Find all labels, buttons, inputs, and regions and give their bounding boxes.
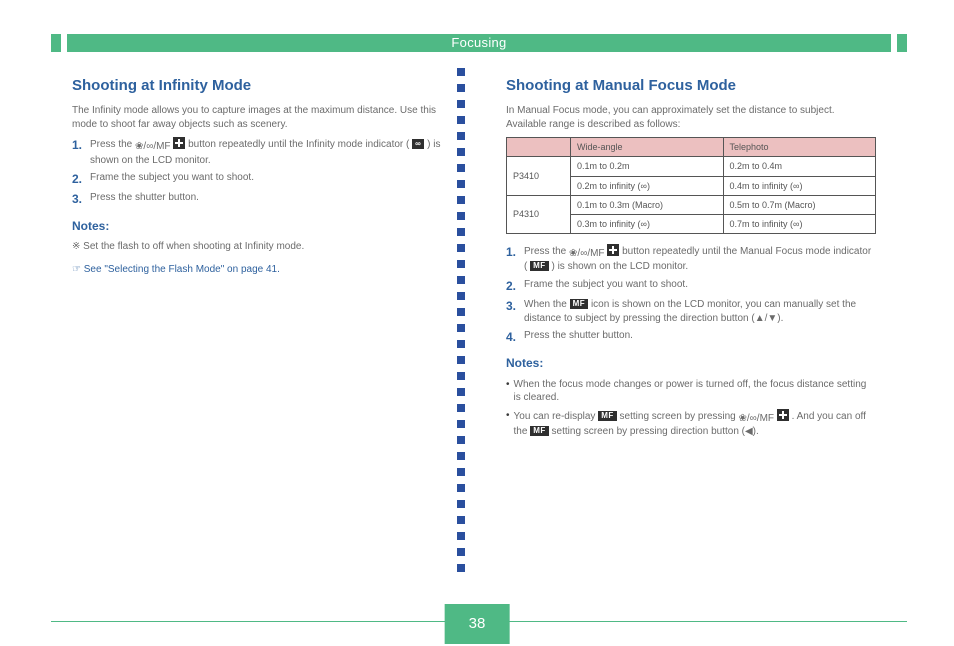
infinity-icon: ∞ (412, 139, 424, 149)
step-number: 3. (72, 191, 90, 207)
step-text-pre: Press the (90, 139, 135, 150)
banner-title: Focusing (67, 34, 891, 52)
step-text-pre: When the (524, 299, 570, 310)
mf-icon: MF (530, 261, 549, 271)
row-label: P3410 (507, 157, 571, 195)
mf-step-2: 2. Frame the subject you want to shoot. (506, 278, 876, 294)
page-number-tab: 38 (445, 604, 510, 644)
mf-icon: MF (598, 411, 617, 421)
step-text-mid: button repeatedly until the Infinity mod… (188, 139, 409, 150)
step-body: Frame the subject you want to shoot. (524, 278, 876, 294)
note-text: You can re-display MF setting screen by … (514, 409, 876, 439)
step-text-pre: Press the (524, 246, 569, 257)
banner-cap-right (897, 34, 907, 52)
notes-heading: Notes: (506, 355, 876, 371)
mf-note-1: When the focus mode changes or power is … (506, 378, 876, 405)
step-number: 4. (506, 329, 524, 345)
cell: 0.7m to infinity (∞) (723, 214, 876, 233)
fourway-icon (173, 137, 185, 149)
cell: 0.1m to 0.2m (571, 157, 724, 176)
note-text-pre: You can re-display (514, 411, 599, 422)
step-body: Frame the subject you want to shoot. (90, 171, 442, 187)
step-body: Press the shutter button. (524, 329, 876, 345)
step-number: 1. (72, 137, 90, 167)
mf-step-4: 4. Press the shutter button. (506, 329, 876, 345)
note-text-mid: setting screen by pressing (620, 411, 739, 422)
note-text-last: setting screen by pressing direction but… (552, 426, 759, 437)
table-header-blank (507, 138, 571, 157)
mf-step-3: 3. When the MF icon is shown on the LCD … (506, 298, 876, 325)
step-text-end: ) is shown on the LCD monitor. (551, 261, 688, 272)
step-body: Press the shutter button. (90, 191, 442, 207)
cell: 0.2m to infinity (∞) (571, 176, 724, 195)
note-text: When the focus mode changes or power is … (514, 378, 876, 405)
heading-infinity-mode: Shooting at Infinity Mode (72, 76, 442, 96)
manual-focus-intro: In Manual Focus mode, you can approximat… (506, 104, 876, 131)
notes-heading: Notes: (72, 218, 442, 234)
heading-manual-focus: Shooting at Manual Focus Mode (506, 76, 876, 96)
focus-range-table: Wide-angle Telephoto P3410 0.1m to 0.2m … (506, 137, 876, 234)
fourway-icon (607, 244, 619, 256)
table-header-wide: Wide-angle (571, 138, 724, 157)
infinity-step-2: 2. Frame the subject you want to shoot. (72, 171, 442, 187)
table-row: P3410 0.1m to 0.2m 0.2m to 0.4m (507, 157, 876, 176)
see-also-flash: See "Selecting the Flash Mode" on page 4… (72, 263, 442, 277)
infinity-note: Set the flash to off when shooting at In… (72, 240, 442, 254)
column-divider (457, 68, 465, 578)
table-row: P4310 0.1m to 0.3m (Macro) 0.5m to 0.7m … (507, 195, 876, 214)
page-banner: Focusing (51, 34, 907, 52)
step-number: 3. (506, 298, 524, 325)
step-body: When the MF icon is shown on the LCD mon… (524, 298, 876, 325)
mf-step-1: 1. Press the ❀/∞/MF button repeatedly un… (506, 244, 876, 274)
infinity-intro: The Infinity mode allows you to capture … (72, 104, 442, 131)
left-column: Shooting at Infinity Mode The Infinity m… (72, 76, 442, 277)
banner-cap-left (51, 34, 61, 52)
mf-icon: MF (530, 426, 549, 436)
step-body: Press the ❀/∞/MF button repeatedly until… (90, 137, 442, 167)
cell: 0.5m to 0.7m (Macro) (723, 195, 876, 214)
step-number: 1. (506, 244, 524, 274)
cell: 0.4m to infinity (∞) (723, 176, 876, 195)
step-number: 2. (506, 278, 524, 294)
infinity-step-1: 1. Press the ❀/∞/MF button repeatedly un… (72, 137, 442, 167)
fourway-icon (777, 409, 789, 421)
mf-note-2: You can re-display MF setting screen by … (506, 409, 876, 439)
cell: 0.1m to 0.3m (Macro) (571, 195, 724, 214)
cell: 0.2m to 0.4m (723, 157, 876, 176)
step-number: 2. (72, 171, 90, 187)
right-column: Shooting at Manual Focus Mode In Manual … (506, 76, 876, 443)
table-header-row: Wide-angle Telephoto (507, 138, 876, 157)
row-label: P4310 (507, 195, 571, 233)
infinity-step-3: 3. Press the shutter button. (72, 191, 442, 207)
mf-icon: MF (570, 299, 589, 309)
macro-infinity-mf-button-label: ❀/∞/MF (739, 412, 775, 426)
step-body: Press the ❀/∞/MF button repeatedly until… (524, 244, 876, 274)
table-header-tele: Telephoto (723, 138, 876, 157)
macro-infinity-mf-button-label: ❀/∞/MF (135, 140, 171, 154)
macro-infinity-mf-button-label: ❀/∞/MF (569, 247, 605, 261)
cell: 0.3m to infinity (∞) (571, 214, 724, 233)
